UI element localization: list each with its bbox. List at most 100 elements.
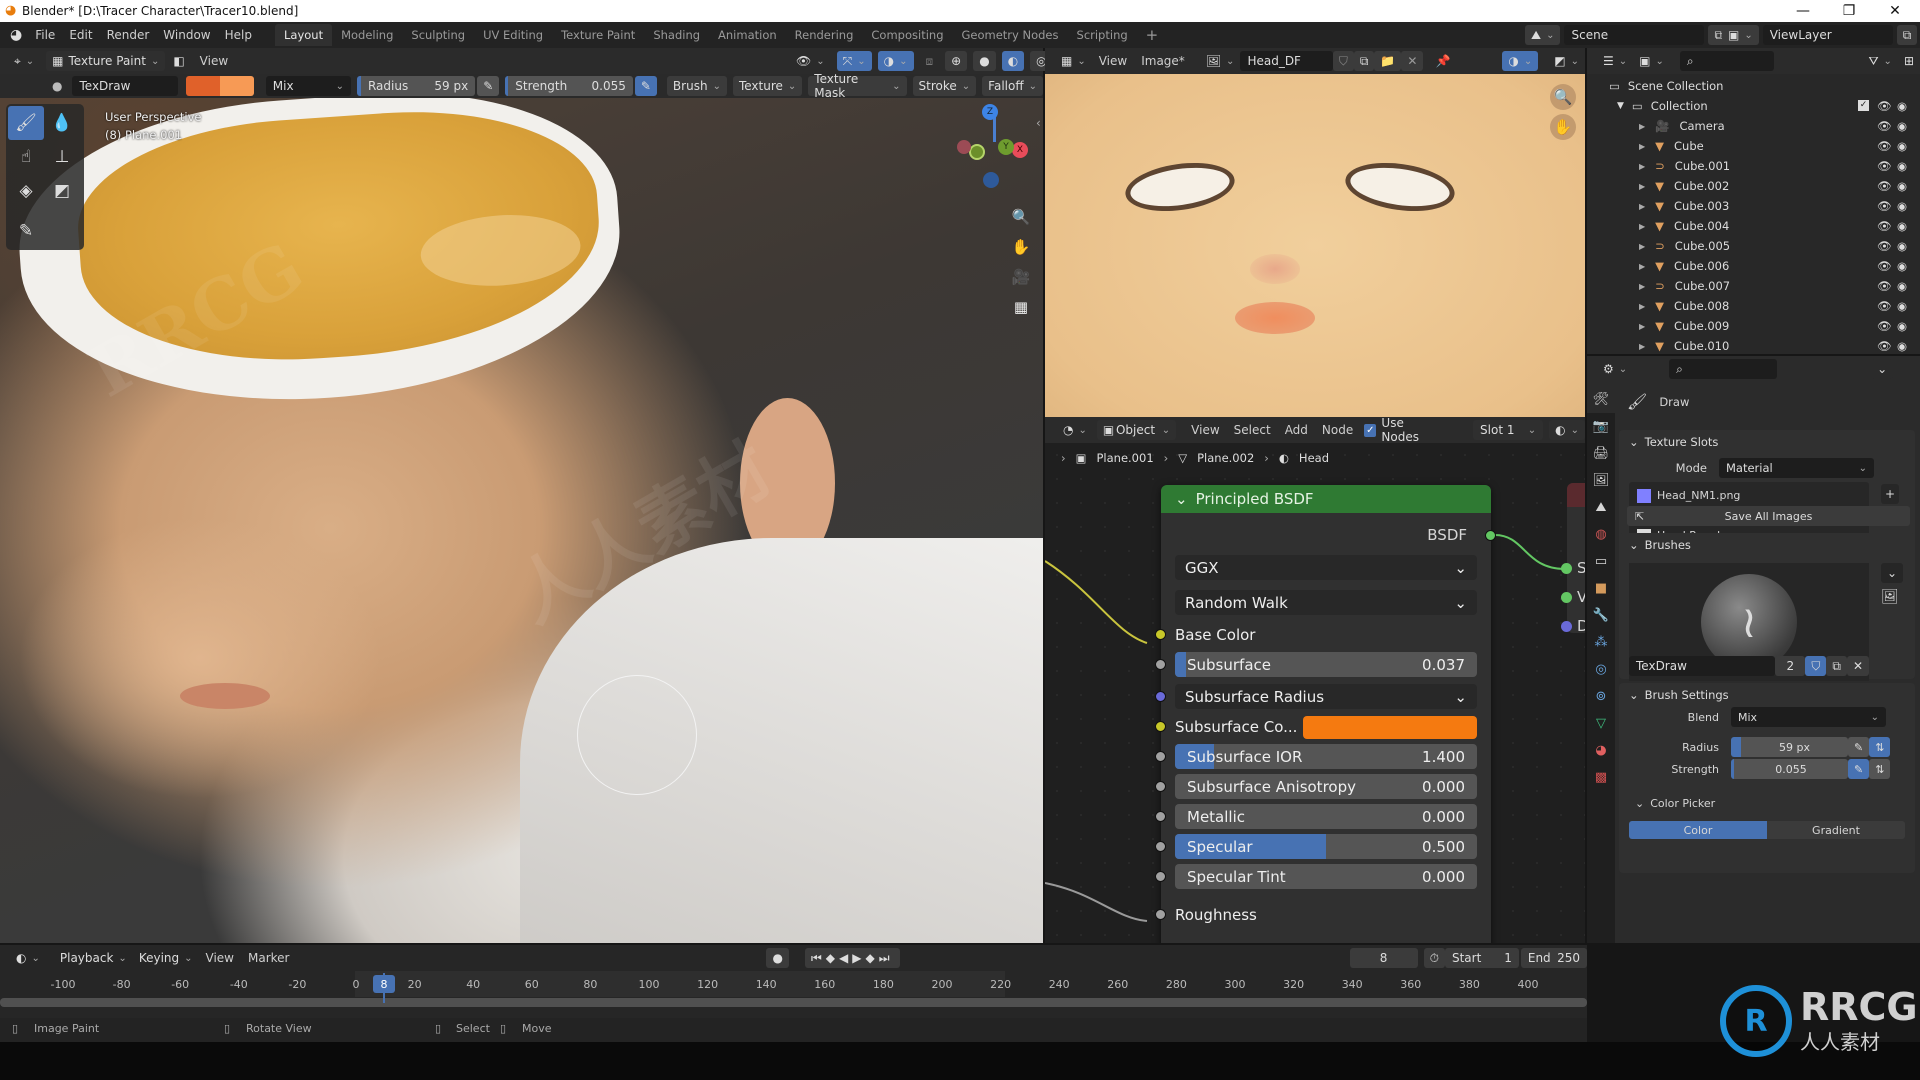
gizmo-neg-z-icon[interactable] bbox=[983, 172, 999, 188]
world-tab-icon[interactable]: ◍ bbox=[1587, 521, 1615, 548]
menu-edit[interactable]: Edit bbox=[62, 28, 99, 42]
hide-eye-icon[interactable]: 👁 bbox=[1877, 239, 1892, 253]
keying-menu[interactable]: Keying bbox=[133, 948, 199, 968]
outliner-item[interactable]: ▶ 🎥 Camera 👁 ◉ bbox=[1587, 116, 1920, 136]
radius-slider[interactable]: Radius 59 px bbox=[356, 76, 476, 96]
constraints-tab-icon[interactable]: ⊚ bbox=[1587, 683, 1615, 710]
xray-icon[interactable]: ⧈ bbox=[920, 51, 940, 71]
brush-settings-header[interactable]: ⌄ Brush Settings bbox=[1619, 683, 1915, 707]
subsurface-radius-socket[interactable] bbox=[1155, 691, 1166, 702]
brush-colors[interactable] bbox=[186, 76, 254, 96]
surface-socket[interactable] bbox=[1561, 563, 1572, 574]
stroke-dropdown[interactable]: Stroke bbox=[912, 76, 977, 96]
render-tab-icon[interactable]: 📷 bbox=[1587, 413, 1615, 440]
node-view-menu[interactable]: View bbox=[1184, 423, 1226, 437]
expand-arrow-icon[interactable]: ▶ bbox=[1639, 262, 1645, 271]
outliner-item[interactable]: ▶ ▼ Cube.004 👁 ◉ bbox=[1587, 216, 1920, 236]
gizmo-y-icon[interactable]: Y bbox=[998, 139, 1014, 155]
scene-collection-row[interactable]: ▭ Scene Collection bbox=[1587, 76, 1920, 96]
new-image-icon[interactable]: ⧉ bbox=[1353, 51, 1375, 71]
minimize-button[interactable]: — bbox=[1780, 0, 1826, 22]
strength-unit-icon[interactable]: ⇅ bbox=[1869, 759, 1891, 779]
view-layer-tab-icon[interactable]: 🖼 bbox=[1587, 467, 1615, 494]
brushes-header[interactable]: ⌄ Brushes bbox=[1619, 533, 1915, 557]
tab-modeling[interactable]: Modeling bbox=[332, 24, 402, 46]
render-camera-icon[interactable]: ◉ bbox=[1897, 119, 1907, 133]
node-value-slider[interactable]: Subsurface IOR 1.400 bbox=[1175, 744, 1477, 769]
outliner-item[interactable]: ▶ ⊃ Cube.005 👁 ◉ bbox=[1587, 236, 1920, 256]
particles-tab-icon[interactable]: ⁂ bbox=[1587, 629, 1615, 656]
tab-rendering[interactable]: Rendering bbox=[786, 24, 863, 46]
input-socket[interactable] bbox=[1155, 871, 1166, 882]
texture-tab-icon[interactable]: ▩ bbox=[1587, 764, 1615, 791]
mask-tool-icon[interactable]: ◩ bbox=[44, 174, 80, 208]
soften-tool-icon[interactable]: 💧 bbox=[44, 106, 80, 140]
fake-user-icon[interactable]: ⛉ bbox=[1332, 51, 1354, 71]
auto-keying-icon[interactable]: ● bbox=[766, 948, 789, 968]
image-editor-type-icon[interactable]: ▦ bbox=[1055, 51, 1092, 71]
properties-editor-type-icon[interactable]: ⚙ bbox=[1597, 359, 1633, 379]
render-camera-icon[interactable]: ◉ bbox=[1897, 239, 1907, 253]
gizmo-toggle-icon[interactable]: ⤧ bbox=[836, 51, 872, 71]
editor-type-icon[interactable]: ⌖ bbox=[8, 51, 40, 71]
input-socket[interactable] bbox=[1155, 659, 1166, 670]
hide-eye-icon[interactable]: 👁 bbox=[1877, 299, 1892, 313]
jump-end-icon[interactable]: ⏭ bbox=[879, 951, 894, 966]
color-picker-header[interactable]: ⌄ Color Picker bbox=[1635, 797, 1715, 810]
outliner-item[interactable]: ▶ ▼ Cube.009 👁 ◉ bbox=[1587, 316, 1920, 336]
brush-dropdown[interactable]: Brush bbox=[666, 76, 727, 96]
bsdf-output-socket[interactable] bbox=[1485, 530, 1496, 541]
shading-wireframe-icon[interactable]: ⊕ bbox=[945, 51, 968, 71]
blend-select[interactable]: Mix bbox=[1731, 707, 1886, 727]
material-browse-icon[interactable]: ◐ bbox=[1549, 420, 1585, 440]
image-name-field[interactable]: Head_DF bbox=[1240, 51, 1333, 71]
tab-scripting[interactable]: Scripting bbox=[1068, 24, 1137, 46]
strength-pressure-icon[interactable]: ✎ bbox=[634, 76, 657, 96]
hide-eye-icon[interactable]: 👁 bbox=[1877, 339, 1892, 353]
menu-render[interactable]: Render bbox=[100, 28, 157, 42]
input-socket[interactable] bbox=[1155, 751, 1166, 762]
principled-bsdf-node[interactable]: ⌄ Principled BSDF BSDF GGX ⌄ Random Walk ⌄ … bbox=[1155, 485, 1496, 943]
displacement-socket[interactable] bbox=[1561, 621, 1572, 632]
fake-user-shield-icon[interactable]: ⛉ bbox=[1805, 656, 1827, 676]
playhead-frame-indicator[interactable]: 8 bbox=[373, 975, 395, 993]
hide-eye-icon[interactable]: 👁 bbox=[1877, 279, 1892, 293]
image-canvas[interactable]: 🔍 ✋ bbox=[1045, 74, 1585, 417]
next-keyframe-icon[interactable]: ◆ bbox=[865, 951, 878, 965]
timeline-editor-type-icon[interactable]: ◐ bbox=[10, 948, 46, 968]
radius-slider[interactable]: 59 px bbox=[1731, 737, 1848, 757]
node-value-slider[interactable]: Specular Tint 0.000 bbox=[1175, 864, 1477, 889]
node-value-slider[interactable]: Subsurface 0.037 bbox=[1175, 652, 1477, 677]
texture-mask-dropdown[interactable]: Texture Mask bbox=[808, 72, 907, 100]
ortho-toggle-icon[interactable]: ▦ bbox=[1008, 294, 1034, 320]
brush-users-count[interactable]: 2 bbox=[1775, 656, 1806, 676]
hide-eye-icon[interactable]: 👁 bbox=[1877, 179, 1892, 193]
hide-eye-icon[interactable]: 👁 bbox=[1877, 139, 1892, 153]
image-menu[interactable]: Image* bbox=[1134, 54, 1192, 68]
node-value-slider[interactable]: Metallic 0.000 bbox=[1175, 804, 1477, 829]
primary-color-swatch[interactable] bbox=[186, 76, 221, 96]
falloff-dropdown[interactable]: Falloff bbox=[982, 76, 1043, 96]
color-tab[interactable]: Color bbox=[1629, 821, 1767, 839]
shading-solid-icon[interactable]: ● bbox=[973, 51, 996, 71]
subsurface-color-swatch[interactable] bbox=[1303, 716, 1477, 739]
node-select-menu[interactable]: Select bbox=[1227, 423, 1278, 437]
strength-slider[interactable]: Strength 0.055 bbox=[505, 76, 633, 96]
outliner-item[interactable]: ▶ ▼ Cube.002 👁 ◉ bbox=[1587, 176, 1920, 196]
3d-viewport[interactable]: 🖌 💧 ☝ ⊥ ◈ ◩ ✎ User Perspective (8) Plane.00… bbox=[0, 98, 1043, 943]
material-slot-select[interactable]: Slot 1 bbox=[1473, 420, 1544, 440]
brush-preview-icon[interactable]: ● bbox=[52, 79, 62, 93]
collection-exclude-checkbox[interactable]: ✓ bbox=[1858, 100, 1869, 111]
hide-eye-icon[interactable]: 👁 bbox=[1877, 159, 1892, 173]
material-tab-icon[interactable]: ◕ bbox=[1587, 737, 1615, 764]
node-add-menu[interactable]: Add bbox=[1278, 423, 1315, 437]
strength-pressure-icon[interactable]: ✎ bbox=[1848, 759, 1870, 779]
tab-texture-paint[interactable]: Texture Paint bbox=[552, 24, 644, 46]
input-socket[interactable] bbox=[1155, 811, 1166, 822]
start-frame-field[interactable]: Start 1 bbox=[1444, 948, 1519, 968]
distribution-select[interactable]: GGX ⌄ bbox=[1175, 555, 1477, 580]
render-camera-icon[interactable]: ◉ bbox=[1897, 299, 1907, 313]
new-collection-icon[interactable]: ⊞ bbox=[1898, 51, 1920, 71]
image-overlay-icon[interactable]: ◑ bbox=[1502, 51, 1539, 71]
volume-socket[interactable] bbox=[1561, 592, 1572, 603]
